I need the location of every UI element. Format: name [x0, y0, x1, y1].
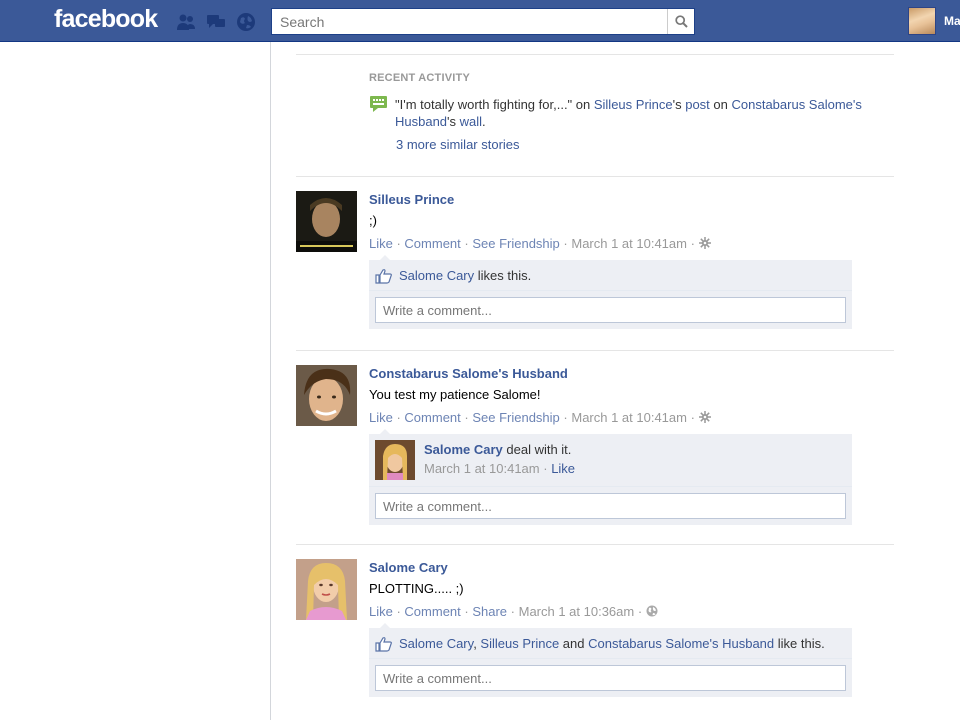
liker-link[interactable]: Salome Cary — [399, 636, 473, 651]
like-thumb-icon — [375, 637, 392, 652]
top-bar: facebook Ma — [0, 0, 960, 42]
commenter-avatar[interactable] — [375, 440, 415, 480]
likes-suffix: likes this. — [474, 268, 532, 283]
feedback-box: Salome Cary deal with it. March 1 at 10:… — [369, 434, 852, 525]
wall-link[interactable]: wall — [460, 114, 482, 129]
timestamp[interactable]: March 1 at 10:36am — [519, 604, 635, 619]
comment-input[interactable] — [375, 493, 846, 519]
separator: · — [460, 236, 473, 251]
author-link[interactable]: Silleus Prince — [594, 97, 673, 112]
comment-timestamp[interactable]: March 1 at 10:41am — [424, 461, 540, 476]
search-icon — [674, 15, 688, 28]
column-divider — [270, 42, 271, 720]
separator: · — [559, 410, 572, 425]
recent-activity-title: RECENT ACTIVITY — [369, 72, 470, 84]
search-input[interactable] — [272, 9, 667, 34]
share-link[interactable]: Share — [472, 604, 507, 619]
separator: · — [686, 236, 699, 251]
likes-sentence: Salome Cary likes this. — [369, 260, 852, 291]
story-message: PLOTTING..... ;) — [369, 581, 464, 596]
story-message: You test my patience Salome! — [369, 387, 541, 402]
text-and: and — [559, 636, 589, 651]
timestamp[interactable]: March 1 at 10:41am — [571, 410, 687, 425]
liker-link[interactable]: Silleus Prince — [480, 636, 559, 651]
liker-link[interactable]: Salome Cary — [399, 268, 474, 283]
comment-like-link[interactable]: Like — [551, 461, 575, 476]
friend-requests-icon[interactable] — [174, 11, 198, 33]
comment-composer — [369, 487, 852, 525]
story-actions: Like · Comment · See Friendship · March … — [369, 236, 711, 251]
like-link[interactable]: Like — [369, 236, 393, 251]
story-author-name[interactable]: Salome Cary — [369, 560, 448, 575]
separator: · — [460, 410, 473, 425]
separator: · — [392, 604, 405, 619]
see-friendship-link[interactable]: See Friendship — [472, 236, 559, 251]
profile-avatar[interactable] — [908, 7, 936, 35]
comment-link[interactable]: Comment — [404, 604, 460, 619]
like-link[interactable]: Like — [369, 604, 393, 619]
comment-composer — [369, 291, 852, 329]
story-message: ;) — [369, 213, 377, 228]
separator: · — [634, 604, 646, 619]
like-link[interactable]: Like — [369, 410, 393, 425]
comment-composer — [369, 659, 852, 697]
separator: · — [392, 410, 405, 425]
story-actions: Like · Comment · Share · March 1 at 10:3… — [369, 604, 658, 619]
divider — [296, 176, 894, 177]
text-on: on — [572, 97, 594, 112]
divider — [296, 54, 894, 55]
comment-input[interactable] — [375, 297, 846, 323]
comment-text: deal with it. — [502, 442, 572, 457]
feedback-box: Salome Cary likes this. — [369, 260, 852, 329]
public-globe-icon[interactable] — [646, 605, 658, 617]
comment: Salome Cary deal with it. March 1 at 10:… — [369, 434, 852, 487]
timestamp[interactable]: March 1 at 10:41am — [571, 236, 687, 251]
feedback-box: Salome Cary, Silleus Prince and Constaba… — [369, 628, 852, 697]
friends-audience-icon[interactable] — [698, 411, 711, 423]
separator: · — [686, 410, 699, 425]
liker-link[interactable]: Constabarus Salome's Husband — [588, 636, 774, 651]
profile-name[interactable]: Ma — [944, 14, 960, 28]
divider — [296, 350, 894, 351]
comment-input[interactable] — [375, 665, 846, 691]
story-author-photo[interactable] — [296, 559, 357, 620]
post-link[interactable]: post — [685, 97, 710, 112]
divider — [296, 544, 894, 545]
quote-text: "I'm totally worth fighting for,..." — [395, 97, 573, 112]
story-author-name[interactable]: Constabarus Salome's Husband — [369, 366, 568, 381]
search-bar — [271, 8, 695, 35]
separator: · — [507, 604, 519, 619]
comment-link[interactable]: Comment — [404, 410, 460, 425]
more-similar-stories-link[interactable]: 3 more similar stories — [396, 137, 520, 152]
text-possessive: 's — [672, 97, 686, 112]
text-period: . — [482, 114, 486, 129]
separator: · — [539, 461, 552, 476]
notifications-globe-icon[interactable] — [234, 11, 258, 33]
separator: · — [460, 604, 473, 619]
commenter-name[interactable]: Salome Cary — [424, 442, 503, 457]
see-friendship-link[interactable]: See Friendship — [472, 410, 559, 425]
text-possessive: 's — [447, 114, 460, 129]
likes-suffix: like this. — [774, 636, 825, 651]
facebook-logo[interactable]: facebook — [54, 5, 158, 34]
search-button[interactable] — [667, 9, 694, 34]
messages-icon[interactable] — [204, 11, 228, 33]
separator: · — [392, 236, 405, 251]
story-actions: Like · Comment · See Friendship · March … — [369, 410, 711, 425]
story-author-photo[interactable] — [296, 365, 357, 426]
story-author-name[interactable]: Silleus Prince — [369, 192, 454, 207]
separator: · — [559, 236, 572, 251]
jewel-icons — [174, 11, 258, 33]
likes-sentence: Salome Cary, Silleus Prince and Constaba… — [369, 628, 852, 659]
wall-post-icon — [369, 95, 389, 113]
comment-link[interactable]: Comment — [404, 236, 460, 251]
friends-audience-icon[interactable] — [698, 237, 711, 249]
text-on: on — [709, 97, 732, 112]
recent-activity-text: "I'm totally worth fighting for,..." on … — [395, 96, 875, 130]
story-author-photo[interactable] — [296, 191, 357, 252]
like-thumb-icon — [375, 269, 392, 284]
